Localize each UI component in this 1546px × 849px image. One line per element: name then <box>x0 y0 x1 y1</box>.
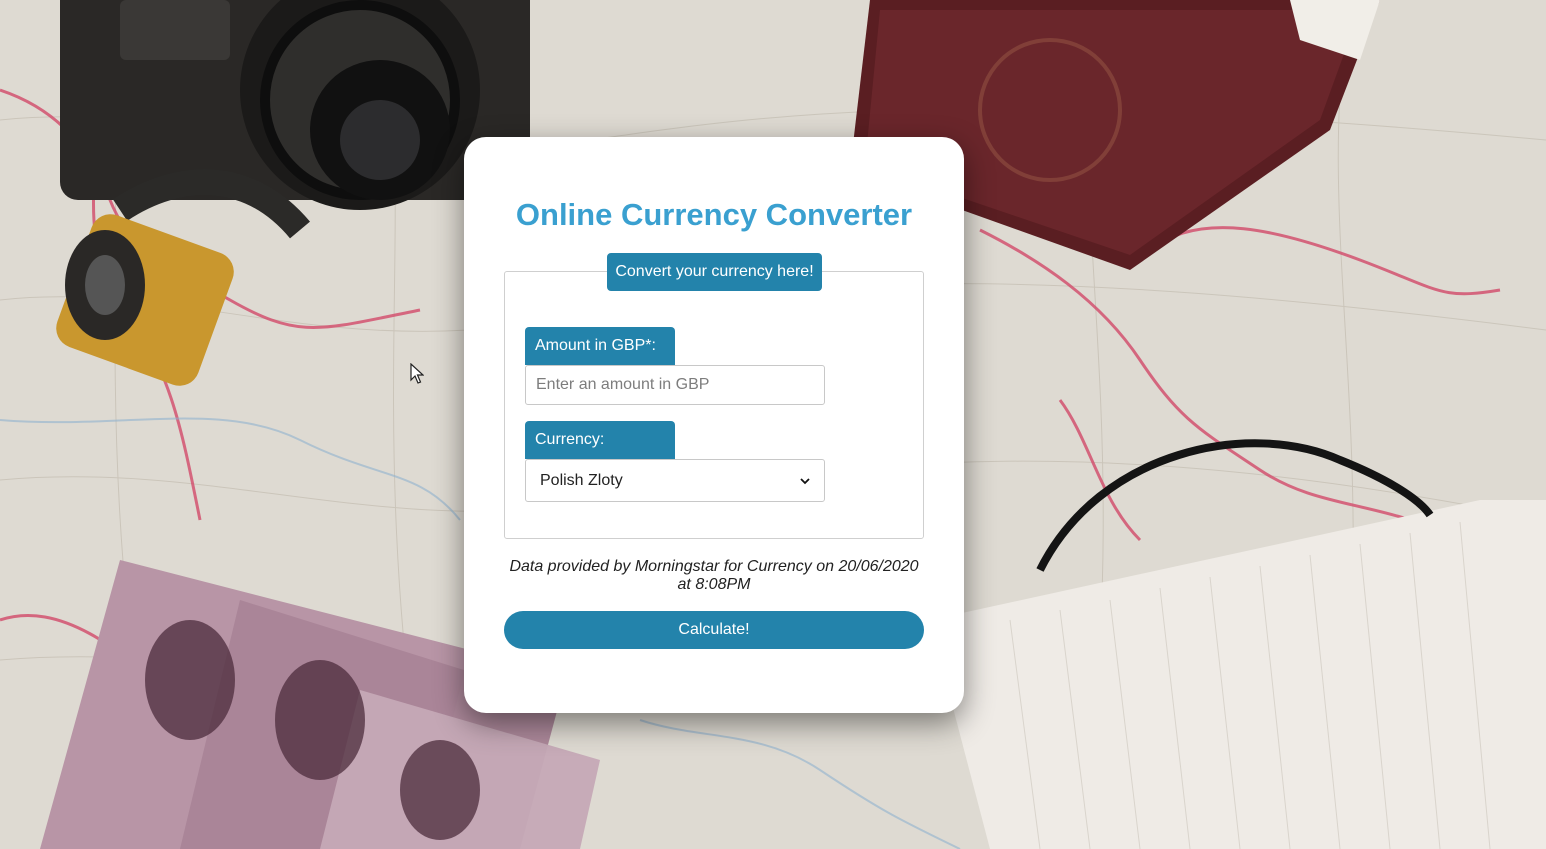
currency-label: Currency: <box>525 421 675 459</box>
chevron-down-icon <box>800 477 810 484</box>
mouse-pointer-icon <box>410 363 424 384</box>
calculate-button[interactable]: Calculate! <box>504 611 924 649</box>
page-title: Online Currency Converter <box>515 197 913 232</box>
currency-select[interactable]: Polish Zloty <box>525 459 825 502</box>
converter-card: Online Currency Converter Convert your c… <box>464 137 964 713</box>
fieldset-legend: Convert your currency here! <box>607 253 822 291</box>
currency-selected-value: Polish Zloty <box>540 471 623 489</box>
amount-label: Amount in GBP*: <box>525 327 675 365</box>
camera-decoration <box>60 0 530 210</box>
amount-input[interactable] <box>525 365 825 405</box>
data-source-note: Data provided by Morningstar for Currenc… <box>509 558 919 593</box>
